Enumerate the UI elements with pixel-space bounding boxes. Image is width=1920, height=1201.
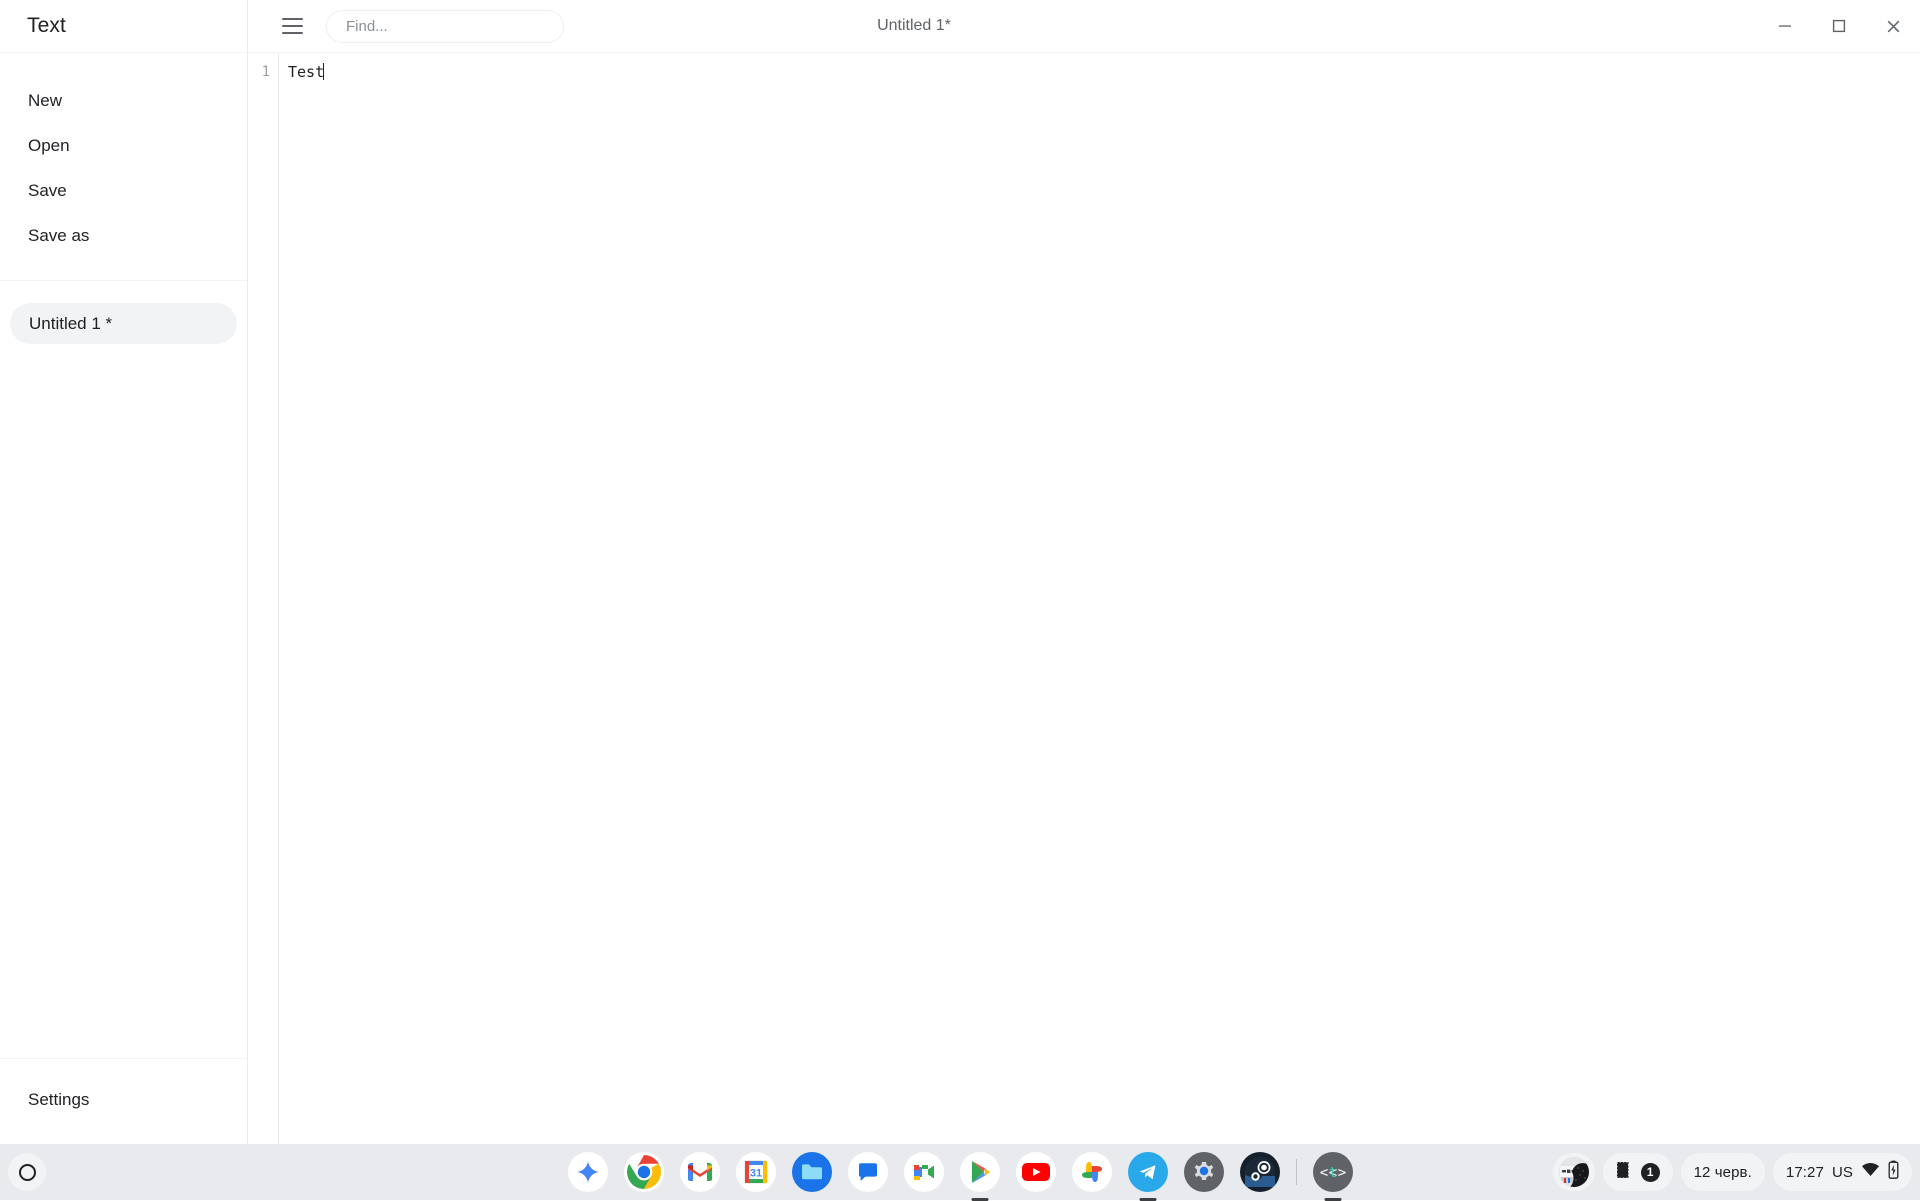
avatar[interactable]: [1553, 1153, 1595, 1191]
date-label: 12 черв.: [1694, 1164, 1752, 1181]
notification-tray[interactable]: 1: [1603, 1153, 1673, 1191]
title-bar: Text Untitled 1*: [0, 0, 1920, 52]
photos-icon: [1072, 1152, 1112, 1192]
status-tray[interactable]: 17:27 US: [1773, 1153, 1912, 1191]
svg-text:31: 31: [749, 1168, 761, 1180]
telegram-icon: [1128, 1152, 1168, 1192]
calendar-icon: 31: [736, 1152, 776, 1192]
wifi-icon: [1861, 1162, 1880, 1182]
launcher-icon[interactable]: [8, 1153, 46, 1191]
shelf-item-photos[interactable]: [1072, 1152, 1112, 1192]
line-number: 1: [248, 61, 270, 83]
taskbar: 31: [0, 1144, 1920, 1200]
shelf-item-text-editor[interactable]: < t > <: [1313, 1152, 1353, 1192]
sidebar-item-new[interactable]: New: [0, 78, 247, 123]
clock-label: 17:27: [1786, 1164, 1824, 1181]
chrome-icon: [624, 1152, 664, 1192]
keyboard-layout-label: US: [1832, 1164, 1853, 1181]
sidebar-item-label: Save as: [28, 226, 89, 246]
file-item-label: Untitled 1 *: [29, 314, 112, 334]
notification-count-badge: 1: [1641, 1163, 1660, 1182]
shelf-item-chat[interactable]: [848, 1152, 888, 1192]
screen-capture-icon: [1616, 1161, 1633, 1184]
sidebar-item-save-as[interactable]: Save as: [0, 213, 247, 258]
sidebar: New Open Save Save as Untitled 1 *: [0, 52, 248, 1144]
shelf-item-play-store[interactable]: [960, 1152, 1000, 1192]
text-editor-icon: < t > <: [1313, 1152, 1353, 1192]
sidebar-item-label: Save: [28, 181, 67, 201]
gmail-icon: [680, 1152, 720, 1192]
sidebar-item-label: Settings: [28, 1090, 89, 1110]
play-store-icon: [960, 1152, 1000, 1192]
gemini-icon: [568, 1152, 608, 1192]
system-tray: 1 12 черв. 17:27 US: [1553, 1153, 1912, 1191]
hamburger-icon[interactable]: [272, 6, 312, 46]
sidebar-item-open[interactable]: Open: [0, 123, 247, 168]
window-controls: [1758, 0, 1920, 52]
sidebar-item-label: Open: [28, 136, 70, 156]
svg-text:>: >: [1337, 1165, 1345, 1181]
open-files-list: Untitled 1 *: [0, 281, 247, 1059]
text-editor-window: Text Untitled 1*: [0, 0, 1920, 1144]
chat-icon: [848, 1152, 888, 1192]
gear-icon: [1184, 1152, 1224, 1192]
shelf-separator: [1296, 1159, 1297, 1185]
shelf-item-youtube[interactable]: [1016, 1152, 1056, 1192]
shelf-item-telegram[interactable]: [1128, 1152, 1168, 1192]
sidebar-item-save[interactable]: Save: [0, 168, 247, 213]
minimize-icon[interactable]: [1758, 0, 1812, 52]
meet-icon: [904, 1152, 944, 1192]
shelf-item-steam[interactable]: [1240, 1152, 1280, 1192]
shelf-item-chrome[interactable]: [624, 1152, 664, 1192]
line-text: Test: [288, 63, 324, 81]
avatar-image: [1559, 1157, 1589, 1187]
line-number-gutter: 1: [248, 53, 279, 1144]
shelf-item-gemini[interactable]: [568, 1152, 608, 1192]
sidebar-item-settings[interactable]: Settings: [0, 1077, 247, 1122]
toolbar: Untitled 1*: [248, 0, 1920, 52]
launcher-ring: [19, 1164, 36, 1181]
shelf-item-calendar[interactable]: 31: [736, 1152, 776, 1192]
sidebar-menu: New Open Save Save as: [0, 53, 247, 281]
app-title-zone: Text: [0, 0, 248, 52]
hamburger-bar: [282, 25, 303, 27]
list-item[interactable]: Untitled 1 *: [10, 303, 237, 344]
hamburger-bar: [282, 32, 303, 34]
text-content[interactable]: Test: [279, 53, 1920, 1144]
shelf-item-files[interactable]: [792, 1152, 832, 1192]
shelf-item-meet[interactable]: [904, 1152, 944, 1192]
sidebar-item-label: New: [28, 91, 62, 111]
battery-charging-icon: [1888, 1160, 1899, 1184]
files-icon: [792, 1152, 832, 1192]
maximize-icon[interactable]: [1812, 0, 1866, 52]
editor-area[interactable]: 1 Test: [248, 52, 1920, 1144]
shelf-item-settings[interactable]: [1184, 1152, 1224, 1192]
shelf-item-gmail[interactable]: [680, 1152, 720, 1192]
text-cursor: [323, 63, 324, 80]
steam-icon: [1240, 1152, 1280, 1192]
date-tray[interactable]: 12 черв.: [1681, 1153, 1765, 1191]
svg-text:<: <: [1319, 1165, 1327, 1181]
hamburger-bars: [282, 18, 303, 34]
svg-text:t: t: [1328, 1165, 1336, 1181]
app-name-label: Text: [27, 14, 66, 38]
sidebar-footer: Settings: [0, 1059, 247, 1144]
youtube-icon: [1016, 1152, 1056, 1192]
window-body: New Open Save Save as Untitled 1 *: [0, 52, 1920, 1144]
close-icon[interactable]: [1866, 0, 1920, 52]
hamburger-bar: [282, 18, 303, 20]
search-input[interactable]: [326, 10, 564, 43]
